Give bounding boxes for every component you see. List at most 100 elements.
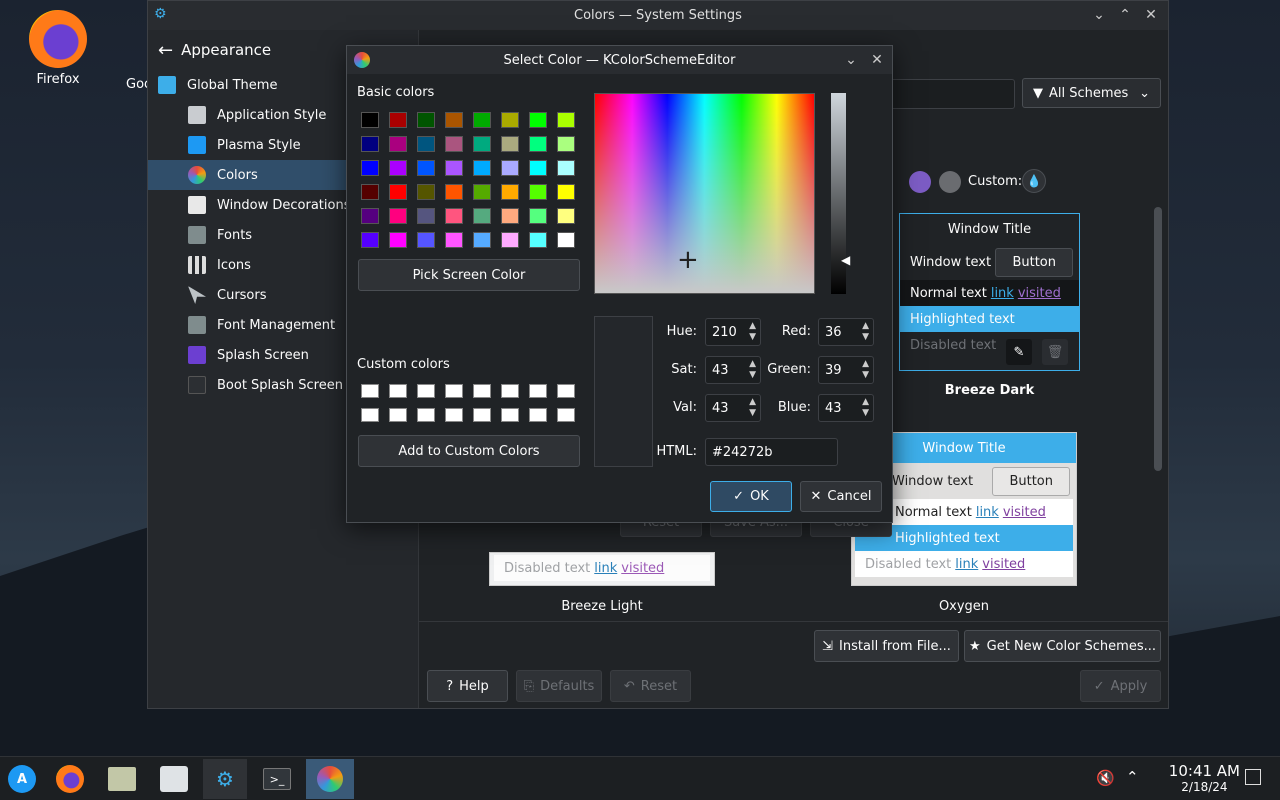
custom-color-swatch[interactable] — [557, 408, 575, 422]
spin-arrows-icon[interactable]: ▲ ▼ — [862, 321, 869, 343]
basic-color-swatch[interactable] — [501, 208, 519, 224]
basic-color-swatch[interactable] — [389, 232, 407, 248]
terminal-icon[interactable]: >_ — [255, 759, 299, 799]
custom-color-swatch[interactable] — [529, 408, 547, 422]
custom-color-swatch[interactable] — [389, 408, 407, 422]
basic-color-swatch[interactable] — [473, 112, 491, 128]
cancel-button[interactable]: ✕ Cancel — [800, 481, 882, 512]
basic-color-swatch[interactable] — [445, 208, 463, 224]
basic-color-swatch[interactable] — [389, 184, 407, 200]
dialog-titlebar[interactable]: Select Color — KColorSchemeEditor ⌄ ✕ — [347, 46, 892, 74]
green-spinbox[interactable]: 39 ▲ ▼ — [818, 356, 874, 384]
custom-color-swatch[interactable] — [557, 384, 575, 398]
discover-store-icon[interactable] — [152, 759, 196, 799]
basic-color-swatch[interactable] — [445, 232, 463, 248]
basic-color-swatch[interactable] — [529, 136, 547, 152]
edit-pencil-icon[interactable]: ✎ — [1006, 339, 1032, 365]
basic-color-swatch[interactable] — [361, 136, 379, 152]
scheme-preview-breeze-light[interactable]: Disabled text link visited — [489, 552, 715, 586]
basic-color-swatch[interactable] — [557, 160, 575, 176]
basic-color-swatch[interactable] — [473, 232, 491, 248]
basic-color-swatch[interactable] — [445, 136, 463, 152]
basic-color-swatch[interactable] — [473, 160, 491, 176]
basic-color-swatch[interactable] — [445, 160, 463, 176]
show-desktop-icon[interactable] — [1245, 769, 1261, 785]
basic-color-swatch[interactable] — [473, 184, 491, 200]
basic-color-swatch[interactable] — [501, 160, 519, 176]
accent-purple-swatch[interactable] — [909, 171, 931, 193]
basic-color-swatch[interactable] — [529, 184, 547, 200]
chevron-down-icon[interactable]: ⌄ — [842, 50, 860, 70]
basic-color-swatch[interactable] — [417, 136, 435, 152]
droplet-icon[interactable]: 💧 — [1022, 169, 1046, 193]
basic-color-swatch[interactable] — [417, 184, 435, 200]
pick-screen-color-button[interactable]: Pick Screen Color — [358, 259, 580, 291]
custom-color-swatch[interactable] — [501, 384, 519, 398]
red-spinbox[interactable]: 36 ▲ ▼ — [818, 318, 874, 346]
close-icon[interactable]: ✕ — [1142, 5, 1160, 25]
basic-color-swatch[interactable] — [389, 112, 407, 128]
basic-color-swatch[interactable] — [445, 184, 463, 200]
ok-button[interactable]: ✓ OK — [710, 481, 792, 512]
basic-color-swatch[interactable] — [417, 208, 435, 224]
file-manager-icon[interactable] — [100, 759, 144, 799]
custom-color-swatch[interactable] — [417, 384, 435, 398]
basic-color-swatch[interactable] — [557, 208, 575, 224]
blue-spinbox[interactable]: 43 ▲ ▼ — [818, 394, 874, 422]
hue-spinbox[interactable]: 210 ▲ ▼ — [705, 318, 761, 346]
basic-color-swatch[interactable] — [501, 112, 519, 128]
val-spinbox[interactable]: 43 ▲ ▼ — [705, 394, 761, 422]
basic-color-swatch[interactable] — [557, 232, 575, 248]
chevron-up-icon[interactable]: ⌃ — [1126, 768, 1139, 786]
basic-color-swatch[interactable] — [529, 232, 547, 248]
close-icon[interactable]: ✕ — [868, 50, 886, 70]
clock[interactable]: 10:41 AM 2/18/24 — [1169, 762, 1240, 794]
search-field[interactable] — [889, 79, 1015, 109]
basic-color-swatch[interactable] — [417, 160, 435, 176]
basic-color-swatch[interactable] — [557, 136, 575, 152]
help-button[interactable]: ? Help — [427, 670, 508, 702]
spin-arrows-icon[interactable]: ▲ ▼ — [862, 397, 869, 419]
reset-button[interactable]: ↶ Reset — [610, 670, 691, 702]
custom-color-swatch[interactable] — [473, 384, 491, 398]
basic-color-swatch[interactable] — [389, 160, 407, 176]
basic-color-swatch[interactable] — [361, 112, 379, 128]
basic-color-swatch[interactable] — [389, 136, 407, 152]
basic-color-swatch[interactable] — [557, 184, 575, 200]
value-slider[interactable]: ◀ — [831, 93, 850, 294]
custom-color-swatch[interactable] — [501, 408, 519, 422]
custom-color-swatch[interactable] — [473, 408, 491, 422]
basic-color-swatch[interactable] — [501, 232, 519, 248]
basic-color-swatch[interactable] — [361, 232, 379, 248]
apply-button[interactable]: ✓ Apply — [1080, 670, 1161, 702]
custom-color-swatch[interactable] — [417, 408, 435, 422]
accent-gray-swatch[interactable] — [939, 171, 961, 193]
custom-color-swatch[interactable] — [389, 384, 407, 398]
get-new-schemes-button[interactable]: ★ Get New Color Schemes... — [964, 630, 1161, 662]
spin-arrows-icon[interactable]: ▲ ▼ — [862, 359, 869, 381]
custom-color-swatch[interactable] — [361, 384, 379, 398]
basic-color-swatch[interactable] — [529, 112, 547, 128]
custom-color-swatch[interactable] — [529, 384, 547, 398]
basic-color-swatch[interactable] — [501, 136, 519, 152]
delete-trash-icon[interactable]: 🗑 — [1042, 339, 1068, 365]
add-to-custom-colors-button[interactable]: Add to Custom Colors — [358, 435, 580, 467]
html-field[interactable]: #24272b — [705, 438, 838, 466]
scheme-filter-combo[interactable]: ▼ All Schemes ⌄ — [1022, 78, 1161, 108]
basic-color-swatch[interactable] — [361, 208, 379, 224]
spin-arrows-icon[interactable]: ▲ ▼ — [749, 321, 756, 343]
basic-color-swatch[interactable] — [529, 208, 547, 224]
basic-color-swatch[interactable] — [417, 232, 435, 248]
firefox-icon[interactable] — [48, 759, 92, 799]
basic-color-swatch[interactable] — [529, 160, 547, 176]
desktop-icon-firefox[interactable]: Firefox — [22, 10, 94, 87]
sat-spinbox[interactable]: 43 ▲ ▼ — [705, 356, 761, 384]
custom-color-swatch[interactable] — [361, 408, 379, 422]
scrollbar-thumb[interactable] — [1154, 207, 1162, 471]
custom-color-swatch[interactable] — [445, 408, 463, 422]
install-from-file-button[interactable]: ⇲ Install from File... — [814, 630, 959, 662]
basic-color-swatch[interactable] — [501, 184, 519, 200]
system-settings-task-icon[interactable]: ⚙ — [203, 759, 247, 799]
volume-muted-icon[interactable]: 🔇 — [1096, 769, 1115, 787]
minimize-icon[interactable]: ⌄ — [1090, 5, 1108, 25]
